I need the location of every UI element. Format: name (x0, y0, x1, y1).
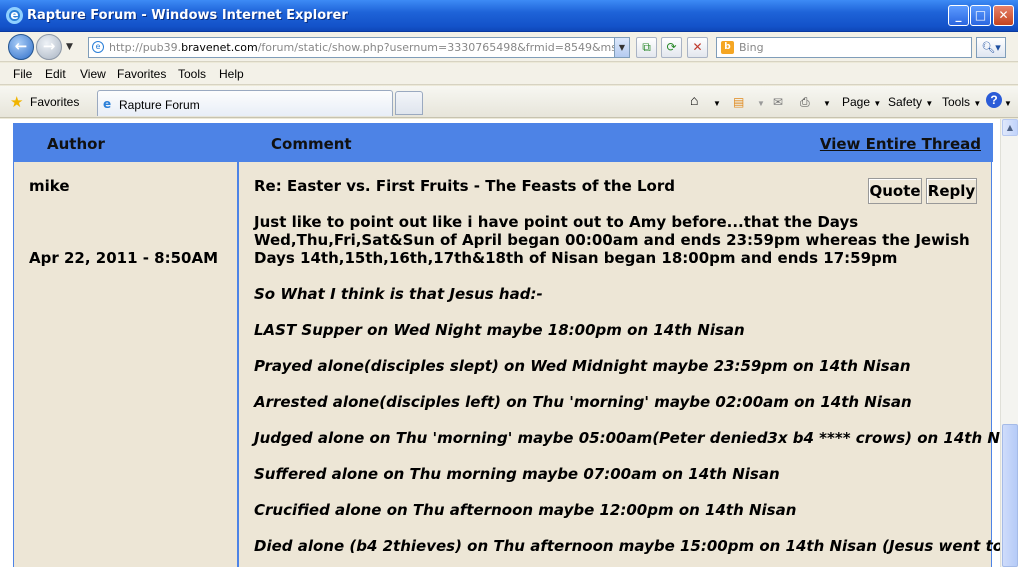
feeds-dropdown-icon[interactable]: ▼ (757, 95, 765, 109)
post-line: So What I think is that Jesus had:- (254, 285, 543, 303)
favorites-star-icon[interactable]: ★ (10, 93, 23, 111)
forum-table: Author Comment View Entire Thread mike A… (13, 123, 1018, 567)
mail-icon[interactable]: ✉ (773, 95, 783, 109)
menu-tools[interactable]: Tools (178, 67, 206, 81)
window-titlebar: e Rapture Forum - Windows Internet Explo… (0, 0, 1018, 32)
tab-ie-icon: e (103, 97, 112, 111)
page-viewport: Author Comment View Entire Thread mike A… (0, 119, 1018, 567)
menu-bar: File Edit View Favorites Tools Help (0, 63, 1018, 85)
home-icon[interactable]: ⌂ (690, 92, 698, 108)
minimize-button[interactable]: _ (948, 5, 969, 26)
refresh-button[interactable]: ⟳ (661, 37, 682, 58)
feeds-icon[interactable]: ▤ (733, 95, 744, 109)
scroll-up-arrow-icon[interactable]: ▲ (1002, 119, 1018, 136)
quote-button[interactable]: Quote (868, 178, 922, 204)
safety-menu[interactable]: Safety ▼ (888, 95, 933, 109)
menu-view[interactable]: View (80, 67, 106, 81)
page-body: Author Comment View Entire Thread mike A… (0, 119, 1018, 567)
url-dropdown-button[interactable]: ▼ (614, 37, 630, 58)
address-bar: ← → ▼ e http://pub39.bravenet.com/forum/s… (0, 32, 1018, 62)
stop-button[interactable]: ✕ (687, 37, 708, 58)
page-icon: e (92, 41, 104, 53)
page-menu[interactable]: Page ▼ (842, 95, 881, 109)
tab-rapture-forum[interactable]: e Rapture Forum (97, 90, 393, 116)
forward-button[interactable]: → (36, 34, 62, 60)
back-button[interactable]: ← (8, 34, 34, 60)
print-dropdown-icon[interactable]: ▼ (823, 95, 831, 109)
history-dropdown-icon[interactable]: ▼ (66, 42, 73, 52)
author-column-header: Author (47, 135, 105, 153)
compatibility-view-button[interactable]: ⧉ (636, 37, 657, 58)
close-button[interactable]: ✕ (993, 5, 1014, 26)
print-icon[interactable]: ⎙ (800, 95, 810, 110)
post-line: Suffered alone on Thu morning maybe 07:0… (254, 465, 780, 483)
new-tab-button[interactable] (395, 91, 423, 115)
view-entire-thread-link[interactable]: View Entire Thread (820, 135, 981, 153)
search-input[interactable]: b Bing (716, 37, 972, 58)
post-line: Judged alone on Thu 'morning' maybe 05:0… (254, 429, 1018, 447)
bing-icon: b (721, 41, 734, 54)
forum-header: Author Comment View Entire Thread (14, 123, 993, 162)
post-body-intro: Just like to point out like i have point… (254, 213, 970, 267)
post-date: Apr 22, 2011 - 8:50AM (29, 249, 219, 267)
post-subject: Re: Easter vs. First Fruits - The Feasts… (254, 177, 675, 195)
post-line: Prayed alone(disciples slept) on Wed Mid… (254, 357, 911, 375)
post-author: mike (29, 177, 70, 195)
menu-favorites[interactable]: Favorites (117, 67, 166, 81)
post-line: Died alone (b4 2thieves) on Thu afternoo… (254, 537, 1018, 555)
url-input[interactable]: e http://pub39.bravenet.com/forum/static/… (88, 37, 630, 58)
favorites-button[interactable]: Favorites (30, 95, 79, 109)
menu-edit[interactable]: Edit (45, 67, 66, 81)
menu-help[interactable]: Help (219, 67, 244, 81)
column-divider (237, 123, 239, 567)
home-dropdown-icon[interactable]: ▼ (713, 95, 721, 109)
window-title: Rapture Forum - Windows Internet Explore… (27, 8, 348, 23)
reply-button[interactable]: Reply (926, 178, 977, 204)
menu-file[interactable]: File (13, 67, 32, 81)
tab-title: Rapture Forum (119, 98, 200, 112)
post-line: Crucified alone on Thu afternoon maybe 1… (254, 501, 797, 519)
help-icon[interactable]: ? (986, 92, 1002, 108)
maximize-button[interactable]: □ (970, 5, 991, 26)
tools-menu[interactable]: Tools ▼ (942, 95, 981, 109)
search-button[interactable]: 🔍︎▾ (976, 37, 1006, 58)
help-dropdown-icon[interactable]: ▼ (1004, 95, 1012, 109)
comment-column-header: Comment (271, 135, 352, 153)
favorites-bar: ★ Favorites e Rapture Forum ⌂ ▼ ▤ ▼ ✉ ⎙ … (0, 86, 1018, 118)
ie-logo-icon: e (6, 7, 23, 24)
scrollbar-thumb[interactable] (1002, 424, 1018, 567)
post-line: Arrested alone(disciples left) on Thu 'm… (254, 393, 912, 411)
post-line: LAST Supper on Wed Night maybe 18:00pm o… (254, 321, 745, 339)
vertical-scrollbar[interactable]: ▲ (1000, 119, 1018, 567)
